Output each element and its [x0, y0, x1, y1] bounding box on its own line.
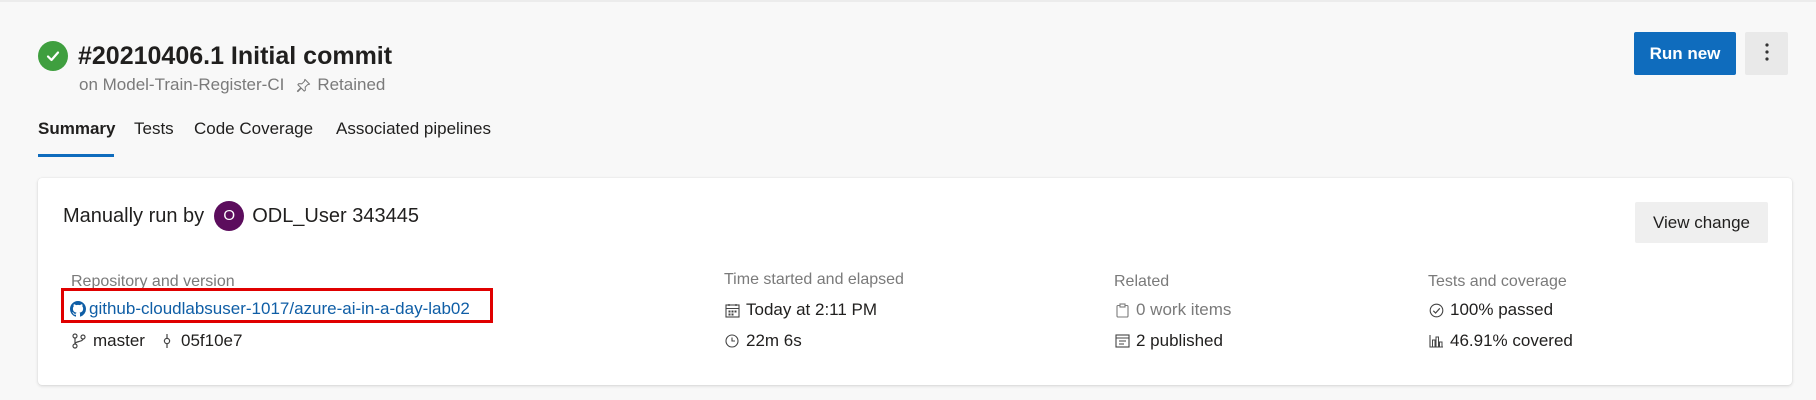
- published-text[interactable]: 2 published: [1136, 329, 1223, 353]
- coverage-text[interactable]: 46.91% covered: [1450, 329, 1573, 353]
- branch-name[interactable]: master: [93, 329, 145, 353]
- run-new-button[interactable]: Run new: [1634, 32, 1736, 75]
- run-subtitle: on Model-Train-Register-CI Retained: [79, 71, 385, 99]
- run-title: #20210406.1 Initial commit: [78, 42, 393, 70]
- repo-link-text[interactable]: github-cloudlabsuser-1017/azure-ai-in-a-…: [89, 298, 470, 320]
- active-tab-indicator: [38, 154, 114, 157]
- clock-icon: [723, 334, 741, 348]
- retained-label: Retained: [317, 75, 386, 94]
- top-border: [0, 0, 1816, 2]
- view-change-button[interactable]: View change: [1635, 202, 1768, 243]
- tab-code-coverage[interactable]: Code Coverage: [194, 114, 313, 144]
- code-coverage[interactable]: 46.91% covered: [1427, 329, 1573, 353]
- tab-associated-pipelines[interactable]: Associated pipelines: [336, 114, 491, 144]
- elapsed-text: 22m 6s: [746, 331, 802, 350]
- commit-info[interactable]: 05f10e7: [158, 329, 242, 353]
- work-items-text[interactable]: 0 work items: [1136, 298, 1231, 322]
- run-user-name[interactable]: ODL_User 343445: [252, 201, 419, 231]
- pipeline-name[interactable]: on Model-Train-Register-CI: [79, 71, 284, 99]
- started-time: Today at 2:11 PM: [723, 298, 877, 322]
- repo-link[interactable]: github-cloudlabsuser-1017/azure-ai-in-a-…: [70, 298, 470, 320]
- related-label: Related: [1114, 273, 1170, 290]
- started-text: Today at 2:11 PM: [746, 300, 878, 319]
- branch-icon: [70, 333, 88, 349]
- published-artifacts[interactable]: 2 published: [1113, 329, 1223, 353]
- run-summary-card: Manually run by O ODL_User 343445 View c…: [38, 178, 1792, 385]
- time-label: Time started and elapsed: [724, 271, 904, 288]
- tests-passed-text[interactable]: 100% passed: [1450, 298, 1553, 322]
- tests-passed[interactable]: 100% passed: [1427, 298, 1553, 322]
- artifact-icon: [1113, 334, 1131, 348]
- commit-icon: [158, 333, 176, 349]
- tab-summary[interactable]: Summary: [38, 114, 115, 144]
- elapsed-time: 22m 6s: [723, 329, 802, 353]
- tab-tests[interactable]: Tests: [134, 114, 174, 144]
- clipboard-icon: [1113, 302, 1131, 318]
- success-check-icon: [38, 41, 68, 71]
- commit-id[interactable]: 05f10e7: [181, 329, 242, 353]
- manual-run-prefix: Manually run by: [63, 205, 205, 227]
- branch-info[interactable]: master: [70, 329, 145, 353]
- more-vertical-icon: [1764, 42, 1770, 65]
- work-items[interactable]: 0 work items: [1113, 298, 1231, 322]
- more-actions-button[interactable]: [1745, 32, 1788, 75]
- avatar: O: [214, 201, 245, 231]
- tests-label: Tests and coverage: [1428, 273, 1567, 290]
- pin-icon: [296, 78, 311, 93]
- manual-run-info: Manually run by O ODL_User 343445: [63, 201, 419, 231]
- check-circle-icon: [1427, 303, 1445, 318]
- github-icon: [70, 301, 86, 317]
- coverage-chart-icon: [1427, 334, 1445, 348]
- calendar-icon: [723, 303, 741, 318]
